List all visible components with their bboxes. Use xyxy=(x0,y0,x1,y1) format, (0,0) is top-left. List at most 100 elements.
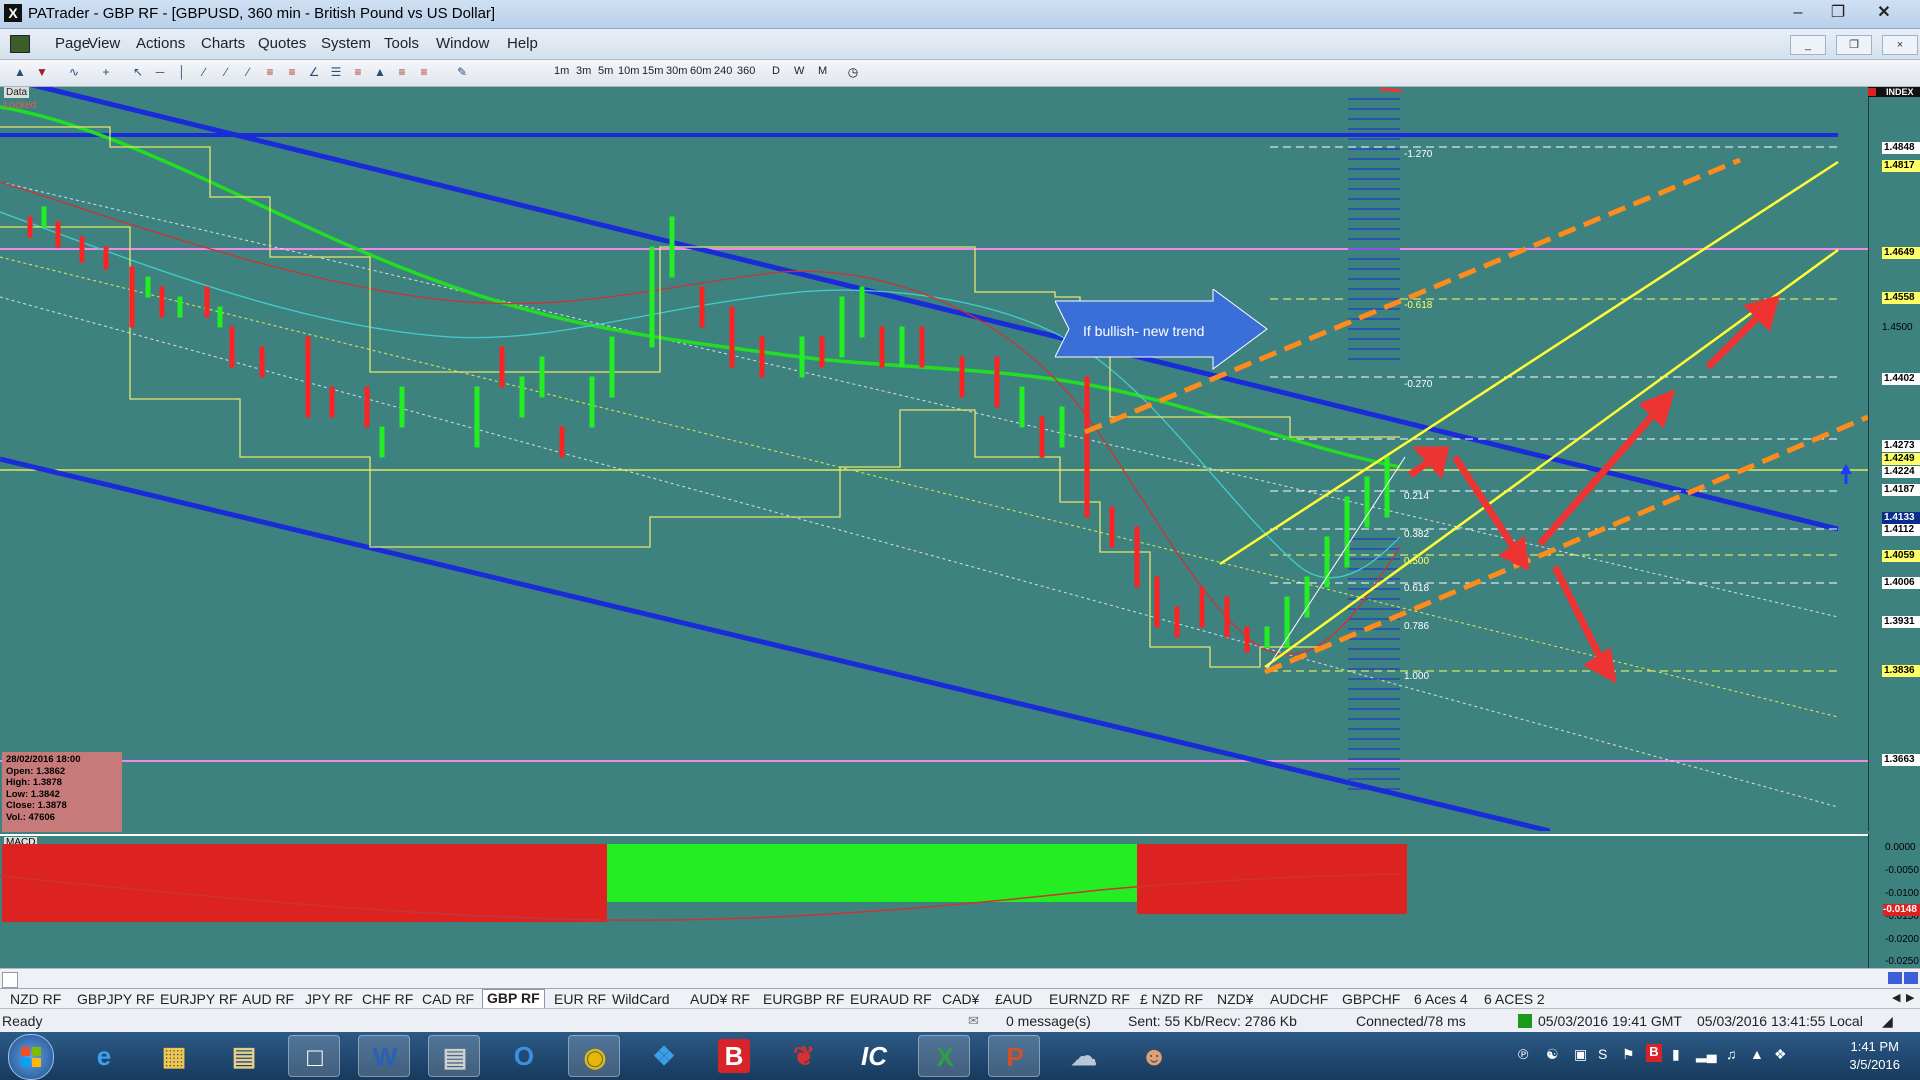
file-explorer-icon[interactable]: ▦ xyxy=(148,1035,200,1077)
skype-tray-icon[interactable]: S xyxy=(1598,1046,1607,1062)
blank-window-icon[interactable]: □ xyxy=(288,1035,340,1077)
tab-cadjpy[interactable]: CAD¥ xyxy=(942,991,979,1007)
ic-markets-icon[interactable]: IC xyxy=(848,1035,900,1077)
tab-jpy-rf[interactable]: JPY RF xyxy=(305,991,353,1007)
gann-icon[interactable]: ∠ xyxy=(306,64,322,80)
volume-icon[interactable]: ♫ xyxy=(1726,1046,1737,1062)
bloomberg-tray-icon[interactable]: B xyxy=(1646,1044,1662,1062)
word-icon[interactable]: W xyxy=(358,1035,410,1077)
menu-charts[interactable]: Charts xyxy=(201,35,245,52)
tf-1m[interactable]: 1m xyxy=(554,65,569,77)
menu-view[interactable]: View xyxy=(88,35,120,52)
tf-10m[interactable]: 10m xyxy=(618,65,639,77)
tf-60m[interactable]: 60m xyxy=(690,65,711,77)
delete-drawing-icon[interactable]: ≡ xyxy=(416,64,432,80)
tab-audchf[interactable]: AUDCHF xyxy=(1270,991,1328,1007)
taskbar-clock[interactable]: 1:41 PM 3/5/2016 xyxy=(1849,1038,1900,1074)
zoom-out-icon[interactable]: ▼ xyxy=(34,64,50,80)
bloomberg-b-icon[interactable]: B xyxy=(708,1035,760,1077)
tab-6-aces-2[interactable]: 6 ACES 2 xyxy=(1484,991,1545,1007)
close-button[interactable]: ✕ xyxy=(1864,2,1904,24)
tab-chf-rf[interactable]: CHF RF xyxy=(362,991,413,1007)
vline-icon[interactable]: │ xyxy=(174,64,190,80)
tab-scroll-left-icon[interactable]: ◀ xyxy=(1892,991,1900,1004)
window-title-bar[interactable]: X PATrader - GBP RF - [GBPUSD, 360 min -… xyxy=(0,0,1920,29)
maximize-button[interactable]: ❐ xyxy=(1818,2,1858,24)
fib-retrace-icon[interactable]: ≡ xyxy=(262,64,278,80)
tab-gbp-rf[interactable]: GBP RF xyxy=(482,989,545,1009)
tab-euraud-rf[interactable]: EURAUD RF xyxy=(850,991,932,1007)
status-messages[interactable]: 0 message(s) xyxy=(1006,1013,1091,1029)
calendar-app-icon[interactable]: ▤ xyxy=(218,1035,270,1077)
tab-nzdjpy[interactable]: NZD¥ xyxy=(1217,991,1254,1007)
crosshair-icon[interactable]: + xyxy=(98,64,114,80)
flag-icon[interactable]: ⚑ xyxy=(1622,1046,1635,1063)
macd-panel[interactable]: MACD xyxy=(0,834,1868,970)
outlook-icon[interactable]: O xyxy=(498,1035,550,1077)
tab-eurgbp-rf[interactable]: EURGBP RF xyxy=(763,991,844,1007)
fib-extension-icon[interactable]: ≡ xyxy=(284,64,300,80)
levels-icon[interactable]: ≡ xyxy=(350,64,366,80)
patrader-icon[interactable]: ▤ xyxy=(428,1035,480,1077)
tab-gbpchf[interactable]: GBPCHF xyxy=(1342,991,1400,1007)
tf-3m[interactable]: 3m xyxy=(576,65,591,77)
chrome-icon[interactable]: ◉ xyxy=(568,1035,620,1077)
dropbox-icon[interactable]: ❖ xyxy=(638,1035,690,1077)
channel-icon[interactable]: ∕ xyxy=(218,64,234,80)
menu-system[interactable]: System xyxy=(321,35,371,52)
tab-eurnzd-rf[interactable]: EURNZD RF xyxy=(1049,991,1130,1007)
hline-icon[interactable]: ─ xyxy=(152,64,168,80)
menu-quotes[interactable]: Quotes xyxy=(258,35,306,52)
network-app-icon[interactable]: ☁ xyxy=(1058,1035,1110,1077)
powerpoint-icon[interactable]: P xyxy=(988,1035,1040,1077)
tf-5m[interactable]: 5m xyxy=(598,65,613,77)
excel-icon[interactable]: X xyxy=(918,1035,970,1077)
tab-6-aces-4[interactable]: 6 Aces 4 xyxy=(1414,991,1468,1007)
start-button[interactable] xyxy=(8,1034,54,1080)
tab-gbpnzd-rf[interactable]: £ NZD RF xyxy=(1140,991,1203,1007)
pitchfork-icon[interactable]: ☰ xyxy=(328,64,344,80)
trendline-icon[interactable]: ∕ xyxy=(196,64,212,80)
clock-icon[interactable]: ◷ xyxy=(845,64,861,80)
menu-window[interactable]: Window xyxy=(436,35,489,52)
tab-nzd-rf[interactable]: NZD RF xyxy=(10,991,61,1007)
tab-eur-rf[interactable]: EUR RF xyxy=(554,991,606,1007)
dropbox-tray-icon[interactable]: ❖ xyxy=(1774,1046,1787,1063)
pointer-icon[interactable]: ↖ xyxy=(130,64,146,80)
eagle-app-icon[interactable]: ❦ xyxy=(778,1035,830,1077)
split-toggle-icon[interactable] xyxy=(1904,972,1918,984)
people-app-icon[interactable]: ☻ xyxy=(1128,1035,1180,1077)
menu-actions[interactable]: Actions xyxy=(136,35,185,52)
tab-aud-rf[interactable]: AUD RF xyxy=(242,991,294,1007)
tf-240[interactable]: 240 xyxy=(714,65,732,77)
tray-device-icon[interactable]: ▣ xyxy=(1574,1046,1587,1063)
tab-wildcard[interactable]: WildCard xyxy=(612,991,670,1007)
mdi-close-button[interactable]: × xyxy=(1882,35,1918,55)
tf-monthly[interactable]: M xyxy=(818,65,827,77)
mdi-minimize-button[interactable]: _ xyxy=(1790,35,1826,55)
chart-window-icon[interactable] xyxy=(10,35,30,53)
indicator-icon[interactable]: ∿ xyxy=(66,64,82,80)
tab-eurjpy-rf[interactable]: EURJPY RF xyxy=(160,991,238,1007)
chart-scroll-row[interactable] xyxy=(0,968,1920,989)
arrow-tool-icon[interactable]: ≡ xyxy=(394,64,410,80)
tf-daily[interactable]: D xyxy=(772,65,780,77)
text-icon[interactable]: ▲ xyxy=(372,64,388,80)
tab-gbpjpy-rf[interactable]: GBPJPY RF xyxy=(77,991,155,1007)
mdi-restore-button[interactable]: ❐ xyxy=(1836,35,1872,55)
tf-30m[interactable]: 30m xyxy=(666,65,687,77)
app-icon[interactable]: X xyxy=(4,4,22,22)
signal-icon[interactable]: ▂▄ xyxy=(1696,1046,1717,1063)
tab-gbpaud[interactable]: £AUD xyxy=(995,991,1032,1007)
draw-pen-icon[interactable]: ✎ xyxy=(454,64,470,80)
macd-axis[interactable]: 0.0000 -0.0050 -0.0100 -0.0150 -0.0200 -… xyxy=(1868,834,1920,968)
zoom-in-icon[interactable]: ▲ xyxy=(12,64,28,80)
minimize-button[interactable]: – xyxy=(1778,2,1818,24)
tab-audjpy-rf[interactable]: AUD¥ RF xyxy=(690,991,750,1007)
internet-explorer-icon[interactable]: e xyxy=(78,1035,130,1077)
menu-help[interactable]: Help xyxy=(507,35,538,52)
scroll-box[interactable] xyxy=(2,972,18,988)
menu-tools[interactable]: Tools xyxy=(384,35,419,52)
tray-app-icon[interactable]: ☯ xyxy=(1546,1046,1559,1063)
price-chart[interactable]: If bullish- new trend Data Locked -1.270… xyxy=(0,87,1868,831)
